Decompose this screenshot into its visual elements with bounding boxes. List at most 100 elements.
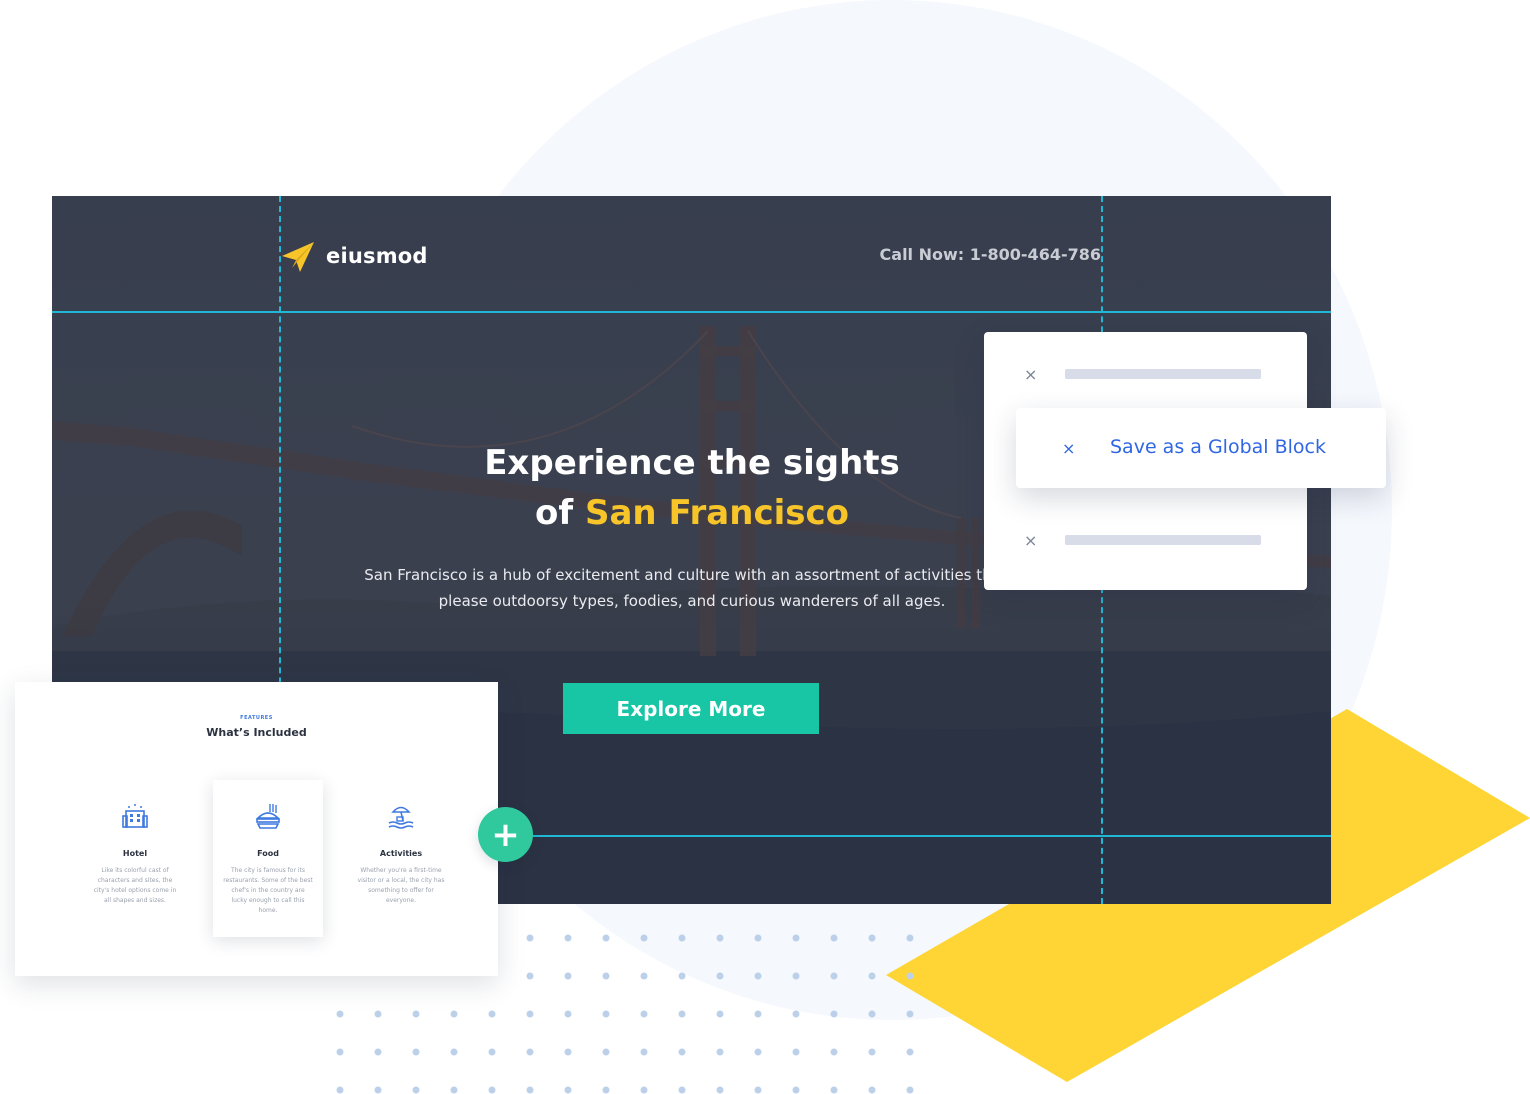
marketing-illustration: eiusmod Call Now: 1-800-464-786 Experien… — [0, 0, 1530, 1094]
features-block-card[interactable]: FEATURES What’s Included Hotel Like its … — [15, 682, 498, 976]
close-icon: × — [1062, 438, 1076, 458]
decorative-dot — [640, 1048, 648, 1056]
decorative-dot — [754, 1010, 762, 1018]
feature-item-food[interactable]: Food The city is famous for its restaura… — [213, 780, 323, 937]
decorative-dot — [412, 1048, 420, 1056]
decorative-dot — [526, 934, 534, 942]
decorative-dot — [906, 1010, 914, 1018]
decorative-dot — [906, 934, 914, 942]
feature-description: Whether you're a first-time visitor or a… — [357, 867, 445, 904]
decorative-dot — [488, 1010, 496, 1018]
save-as-global-block-menu-item[interactable]: × Save as a Global Block — [1016, 408, 1386, 488]
decorative-dot — [678, 934, 686, 942]
decorative-dot — [412, 1086, 420, 1094]
decorative-dot — [336, 1048, 344, 1056]
headline-line-1: Experience the sights — [484, 443, 900, 483]
decorative-dot — [564, 934, 572, 942]
decorative-dot — [678, 972, 686, 980]
decorative-dot — [678, 1086, 686, 1094]
feature-name: Food — [257, 849, 279, 858]
decorative-dot — [906, 1048, 914, 1056]
decorative-dot — [792, 1048, 800, 1056]
feature-name: Hotel — [122, 849, 148, 858]
decorative-dot — [526, 1086, 534, 1094]
decorative-dot — [792, 934, 800, 942]
decorative-dot — [374, 1048, 382, 1056]
paper-plane-icon — [282, 242, 314, 272]
decorative-dot — [754, 1048, 762, 1056]
decorative-dot — [716, 972, 724, 980]
decorative-dot — [526, 1010, 534, 1018]
add-block-button[interactable]: + — [478, 807, 533, 862]
decorative-dot — [374, 1086, 382, 1094]
decorative-dot — [754, 1086, 762, 1094]
menu-item-3[interactable]: × — [984, 520, 1307, 560]
feature-description: The city is famous for its restaurants. … — [223, 867, 313, 914]
save-as-global-block-label: Save as a Global Block — [1110, 436, 1326, 458]
feature-description: Like its colorful cast of characters and… — [93, 867, 177, 904]
decorative-dot — [868, 1086, 876, 1094]
decorative-dot — [716, 1048, 724, 1056]
hero-headline: Experience the sights of San Francisco — [362, 438, 1022, 538]
decorative-dot — [754, 934, 762, 942]
decorative-dot — [602, 972, 610, 980]
decorative-dot — [488, 1048, 496, 1056]
close-icon: × — [1024, 364, 1038, 384]
decorative-dot — [526, 1048, 534, 1056]
decorative-dot — [868, 1010, 876, 1018]
lead-line-2: please outdoorsy types, foodies, and cur… — [438, 592, 946, 610]
decorative-dot — [564, 1086, 572, 1094]
decorative-dot — [792, 1086, 800, 1094]
decorative-dot — [374, 1010, 382, 1018]
activities-icon — [388, 806, 414, 829]
decorative-dot — [602, 1086, 610, 1094]
decorative-dot — [450, 1086, 458, 1094]
decorative-dot — [868, 1048, 876, 1056]
feature-name: Activities — [379, 849, 423, 858]
decorative-dot — [450, 1010, 458, 1018]
decorative-dot — [716, 1010, 724, 1018]
explore-more-button[interactable]: Explore More — [563, 683, 819, 734]
decorative-dot — [830, 1086, 838, 1094]
layout-guide-horizontal-top — [52, 311, 1331, 313]
brand-name: eiusmod — [326, 244, 428, 268]
menu-item-placeholder-bar — [1065, 369, 1261, 379]
decorative-dot — [716, 934, 724, 942]
decorative-dot — [640, 934, 648, 942]
headline-prefix: of — [535, 493, 585, 533]
decorative-dot — [868, 972, 876, 980]
decorative-dot — [792, 972, 800, 980]
features-title: What’s Included — [206, 726, 307, 739]
decorative-dot — [602, 1048, 610, 1056]
decorative-dot — [640, 972, 648, 980]
menu-item-1[interactable]: × — [984, 354, 1307, 394]
decorative-dot — [526, 972, 534, 980]
call-now-text[interactable]: Call Now: 1-800-464-786 — [880, 245, 1101, 264]
decorative-dot — [754, 972, 762, 980]
feature-item-activities[interactable]: Activities Whether you're a first-time v… — [346, 780, 456, 937]
decorative-dot — [640, 1010, 648, 1018]
decorative-dot — [716, 1086, 724, 1094]
decorative-dot — [830, 1048, 838, 1056]
decorative-dot — [830, 934, 838, 942]
decorative-dot — [336, 1010, 344, 1018]
close-icon: × — [1024, 530, 1038, 550]
decorative-dot — [412, 1010, 420, 1018]
decorative-dot — [564, 1048, 572, 1056]
decorative-dot — [830, 972, 838, 980]
decorative-dot — [450, 1048, 458, 1056]
decorative-dot — [640, 1086, 648, 1094]
decorative-dot — [336, 1086, 344, 1094]
headline-highlight: San Francisco — [585, 493, 849, 533]
decorative-dot — [678, 1010, 686, 1018]
feature-item-hotel[interactable]: Hotel Like its colorful cast of characte… — [80, 780, 190, 937]
menu-item-placeholder-bar — [1065, 535, 1261, 545]
features-eyebrow: FEATURES — [240, 715, 273, 721]
site-logo[interactable]: eiusmod — [280, 238, 428, 274]
decorative-dot — [678, 1048, 686, 1056]
food-icon — [256, 804, 280, 829]
decorative-dot — [868, 934, 876, 942]
hotel-icon — [122, 804, 148, 828]
decorative-dot — [564, 1010, 572, 1018]
decorative-dot — [792, 1010, 800, 1018]
